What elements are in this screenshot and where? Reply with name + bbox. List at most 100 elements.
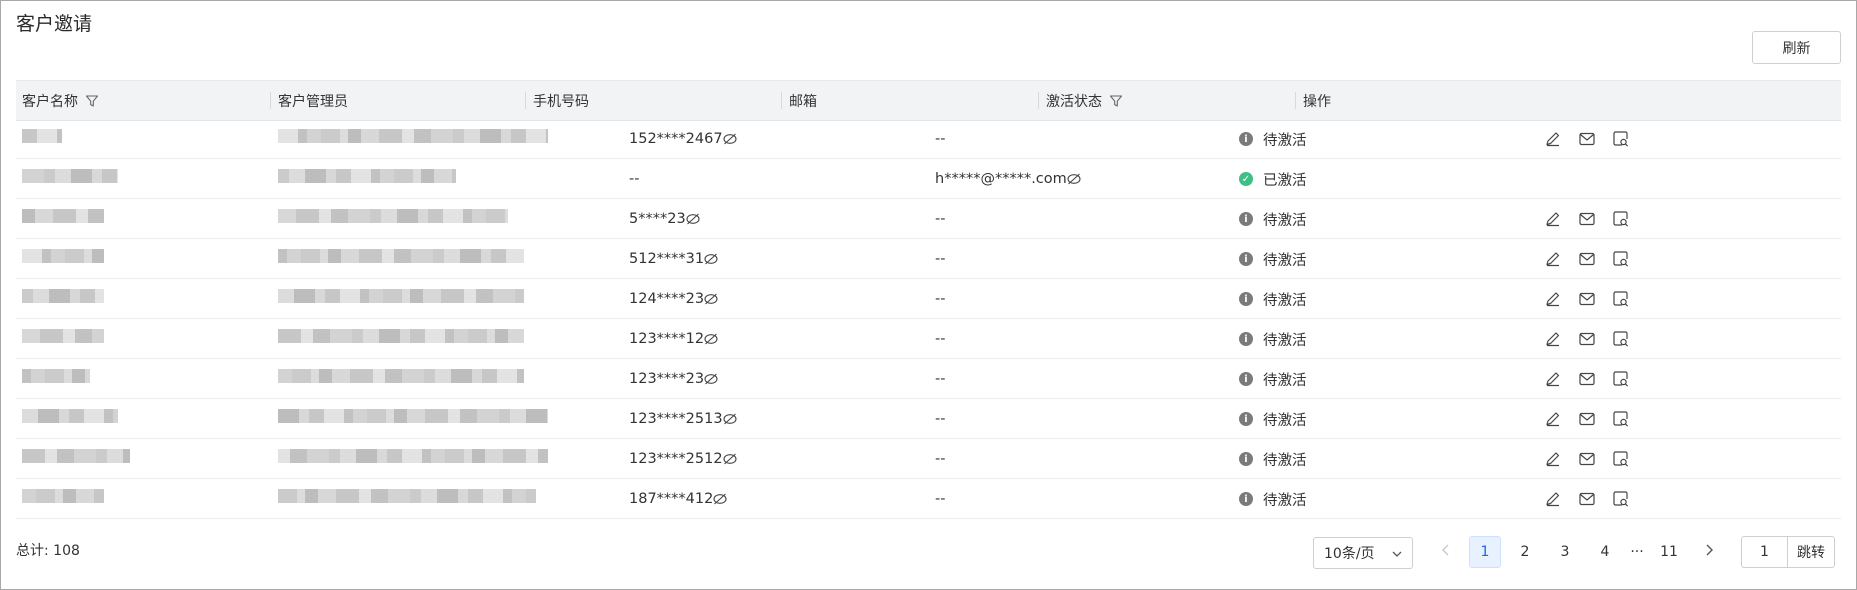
- eye-slash-icon[interactable]: [704, 372, 718, 386]
- mail-icon[interactable]: [1578, 290, 1596, 308]
- edit-icon[interactable]: [1544, 370, 1562, 388]
- page-button-2[interactable]: 2: [1509, 536, 1541, 568]
- mail-icon[interactable]: [1578, 410, 1596, 428]
- view-detail-icon[interactable]: [1612, 490, 1630, 508]
- email-cell: h*****@*****.com: [935, 159, 1081, 199]
- page-size-select[interactable]: 10条/页: [1313, 537, 1413, 569]
- edit-icon[interactable]: [1544, 250, 1562, 268]
- table-row: 187****412 -- i 待激活: [16, 479, 1841, 519]
- status-badge: 待激活: [1263, 332, 1307, 349]
- eye-slash-icon[interactable]: [704, 292, 718, 306]
- phone-value: 124****23: [629, 291, 705, 307]
- info-circle-icon: i: [1239, 292, 1253, 306]
- status-cell: i 待激活: [1239, 199, 1307, 239]
- filter-icon[interactable]: [1102, 94, 1123, 108]
- status-cell: i 待激活: [1239, 359, 1307, 399]
- edit-icon[interactable]: [1544, 450, 1562, 468]
- table-row: 512****31 -- i 待激活: [16, 239, 1841, 279]
- info-circle-icon: i: [1239, 492, 1253, 506]
- phone-cell: 123****2513: [629, 399, 737, 439]
- masked-text: [278, 129, 548, 143]
- info-circle-icon: i: [1239, 412, 1253, 426]
- refresh-button[interactable]: 刷新: [1752, 31, 1841, 64]
- mail-icon[interactable]: [1578, 130, 1596, 148]
- status-badge: 待激活: [1263, 452, 1307, 469]
- prev-page-button[interactable]: [1430, 536, 1462, 568]
- column-header: 客户名称: [22, 81, 99, 120]
- page-button-11[interactable]: 11: [1653, 536, 1685, 568]
- info-circle-icon: i: [1239, 452, 1253, 466]
- view-detail-icon[interactable]: [1612, 290, 1630, 308]
- masked-text: [22, 329, 104, 343]
- edit-icon[interactable]: [1544, 490, 1562, 508]
- eye-slash-icon[interactable]: [704, 332, 718, 346]
- page-button-1[interactable]: 1: [1469, 536, 1501, 568]
- info-circle-icon: i: [1239, 132, 1253, 146]
- phone-value: 123****12: [629, 331, 705, 347]
- phone-value: 512****31: [629, 251, 705, 267]
- eye-slash-icon[interactable]: [723, 132, 737, 146]
- eye-slash-icon[interactable]: [686, 212, 700, 226]
- mail-icon[interactable]: [1578, 210, 1596, 228]
- status-badge: 待激活: [1263, 372, 1307, 389]
- column-header-label: 操作: [1303, 93, 1331, 110]
- view-detail-icon[interactable]: [1612, 130, 1630, 148]
- masked-text: [22, 249, 104, 263]
- column-divider: [1038, 92, 1039, 109]
- email-cell: --: [935, 319, 945, 359]
- view-detail-icon[interactable]: [1612, 370, 1630, 388]
- masked-text: [278, 489, 536, 503]
- edit-icon[interactable]: [1544, 330, 1562, 348]
- email-cell: --: [935, 439, 945, 479]
- view-detail-icon[interactable]: [1612, 450, 1630, 468]
- eye-slash-icon[interactable]: [713, 492, 727, 506]
- eye-slash-icon[interactable]: [723, 452, 737, 466]
- page-button-3[interactable]: 3: [1549, 536, 1581, 568]
- masked-text: [22, 409, 118, 423]
- phone-value: 187****412: [629, 491, 714, 507]
- view-detail-icon[interactable]: [1612, 210, 1630, 228]
- masked-text: [278, 449, 548, 463]
- eye-slash-icon[interactable]: [1067, 172, 1081, 186]
- filter-icon[interactable]: [78, 94, 99, 108]
- mail-icon[interactable]: [1578, 370, 1596, 388]
- mail-icon[interactable]: [1578, 490, 1596, 508]
- mail-icon[interactable]: [1578, 250, 1596, 268]
- phone-cell: 512****31: [629, 239, 718, 279]
- page-ellipsis[interactable]: ···: [1622, 536, 1652, 568]
- view-detail-icon[interactable]: [1612, 330, 1630, 348]
- edit-icon[interactable]: [1544, 290, 1562, 308]
- column-header: 操作: [1295, 81, 1331, 120]
- table-row: 124****23 -- i 待激活: [16, 279, 1841, 319]
- eye-slash-icon[interactable]: [704, 252, 718, 266]
- view-detail-icon[interactable]: [1612, 410, 1630, 428]
- status-badge: 待激活: [1263, 212, 1307, 229]
- view-detail-icon[interactable]: [1612, 250, 1630, 268]
- status-badge: 待激活: [1263, 252, 1307, 269]
- mail-icon[interactable]: [1578, 330, 1596, 348]
- phone-value: 123****23: [629, 371, 705, 387]
- jump-page-input[interactable]: [1741, 536, 1787, 568]
- mail-icon[interactable]: [1578, 450, 1596, 468]
- jump-button[interactable]: 跳转: [1787, 536, 1835, 568]
- phone-value: 5****23: [629, 211, 686, 227]
- eye-slash-icon[interactable]: [723, 412, 737, 426]
- row-actions: [1544, 319, 1646, 359]
- row-actions: [1544, 119, 1646, 159]
- edit-icon[interactable]: [1544, 410, 1562, 428]
- chevron-down-icon: [1392, 545, 1402, 561]
- masked-text: [278, 369, 524, 383]
- table-row: 5****23 -- i 待激活: [16, 199, 1841, 239]
- edit-icon[interactable]: [1544, 210, 1562, 228]
- column-header: 客户管理员: [270, 81, 348, 120]
- next-page-button[interactable]: [1693, 536, 1725, 568]
- page-button-4[interactable]: 4: [1589, 536, 1621, 568]
- status-cell: i 待激活: [1239, 119, 1307, 159]
- chevron-right-icon: [1705, 544, 1713, 560]
- status-cell: i 待激活: [1239, 319, 1307, 359]
- table-row: 123****2513 -- i 待激活: [16, 399, 1841, 439]
- email-value: --: [935, 131, 946, 147]
- email-cell: --: [935, 479, 945, 519]
- edit-icon[interactable]: [1544, 130, 1562, 148]
- row-actions: [1544, 479, 1646, 519]
